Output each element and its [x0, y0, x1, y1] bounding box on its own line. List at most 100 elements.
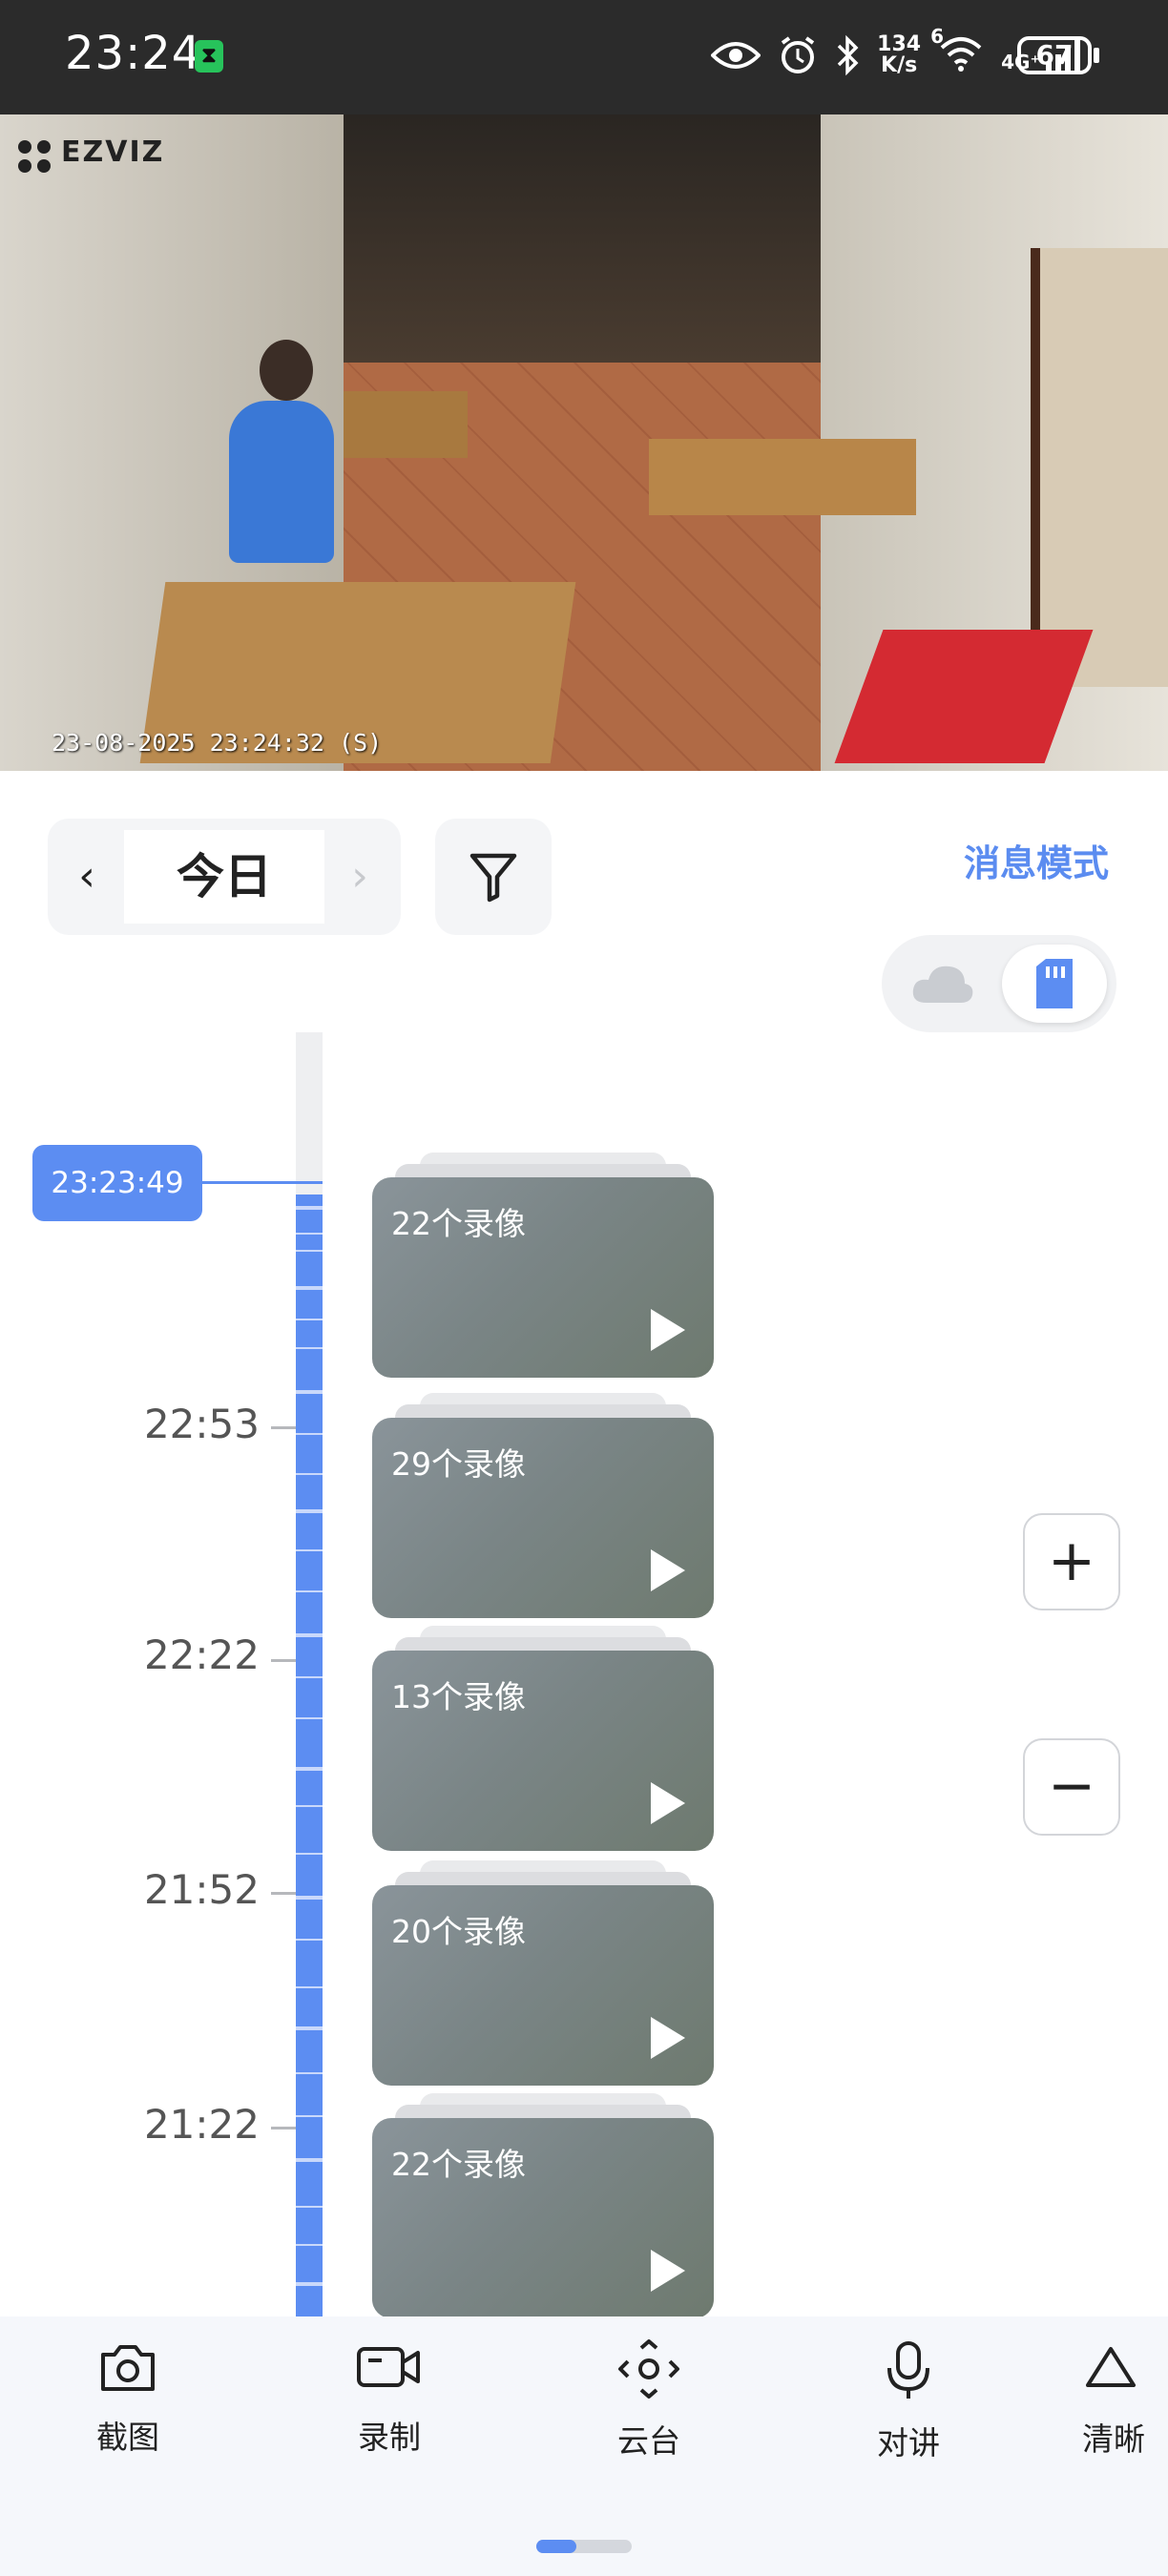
timeline-gap	[296, 1390, 323, 1394]
clarity-icon	[1086, 2347, 1136, 2387]
ezviz-logo-icon	[18, 140, 51, 173]
network-speed-unit: K/s	[881, 53, 918, 77]
timeline-gap	[296, 1853, 323, 1855]
camera-menu-poster	[1031, 248, 1168, 687]
hourglass-icon: ⧗	[195, 40, 223, 73]
ptz-button[interactable]: 云台	[563, 2339, 735, 2473]
wifi-label: 6	[930, 25, 945, 48]
timeline-gap	[296, 1767, 323, 1771]
timeline-gap	[296, 1509, 323, 1513]
timeline-gap	[296, 1250, 323, 1252]
timeline-gap	[296, 1286, 323, 1290]
alarm-icon	[782, 36, 815, 73]
toolbar-label: 清晰	[1082, 2420, 1145, 2458]
toolbar-label: 截图	[96, 2419, 159, 2456]
timeline-recorded[interactable]	[296, 1195, 323, 2320]
page-indicator-active	[536, 2540, 576, 2553]
timeline-gap	[296, 1896, 323, 1900]
wifi-icon	[940, 37, 982, 72]
recording-card[interactable]: 29个录像	[372, 1418, 714, 1618]
timeline-gap	[296, 2244, 323, 2246]
play-icon[interactable]	[651, 1309, 685, 1351]
timeline-gap	[296, 1986, 323, 1988]
camera-table	[344, 391, 468, 458]
play-icon[interactable]	[651, 1782, 685, 1824]
recording-count: 13个录像	[391, 1678, 526, 1715]
network-speed: 134 K/s	[877, 34, 921, 76]
ptz-icon	[618, 2339, 679, 2399]
timeline-gap	[296, 2072, 323, 2074]
talk-button[interactable]: 对讲	[823, 2339, 994, 2473]
toolbar-label: 云台	[617, 2422, 680, 2460]
timeline-tick	[271, 1659, 296, 1662]
battery-indicator: 67	[1017, 36, 1092, 74]
zoom-out-button[interactable]: −	[1023, 1738, 1120, 1836]
chevron-left-icon[interactable]: ‹	[57, 830, 116, 924]
cloud-storage-option[interactable]	[907, 950, 979, 1017]
toolbar-label: 录制	[358, 2419, 421, 2456]
timeline-gap	[296, 2026, 323, 2030]
bluetooth-icon	[837, 34, 859, 76]
zoom-in-button[interactable]: +	[1023, 1513, 1120, 1610]
timeline-gap	[296, 1433, 323, 1435]
timeline-gap	[296, 1939, 323, 1941]
clarity-button[interactable]: 清晰	[1082, 2339, 1168, 2473]
record-button[interactable]: 录制	[303, 2339, 475, 2473]
date-label[interactable]: 今日	[124, 830, 324, 924]
timeline-gap	[296, 1717, 323, 1719]
timeline-gap	[296, 2282, 323, 2286]
timeline-gap	[296, 1473, 323, 1475]
timeline-gap	[296, 1805, 323, 1807]
camera-brand: EZVIZ	[61, 135, 165, 169]
recording-card[interactable]: 22个录像	[372, 1177, 714, 1378]
timeline-gap	[296, 1319, 323, 1320]
sd-card-icon	[1036, 959, 1073, 1008]
timeline-gap	[296, 1590, 323, 1592]
filter-icon	[469, 853, 517, 903]
timeline-tick	[271, 1892, 296, 1895]
recording-card[interactable]: 20个录像	[372, 1885, 714, 2086]
network-speed-value: 134	[877, 32, 922, 56]
timeline-tick-label: 22:22	[143, 1631, 260, 1678]
timeline-gap	[296, 1206, 323, 1210]
recording-count: 22个录像	[391, 2146, 526, 2183]
play-icon[interactable]	[651, 2250, 685, 2292]
cloud-icon	[912, 966, 973, 1003]
timeline-gap	[296, 2158, 323, 2162]
camera-back-area	[344, 114, 821, 363]
camera-icon	[101, 2345, 155, 2391]
recording-count: 22个录像	[391, 1205, 526, 1242]
camera-timestamp: 23-08-2025 23:24:32 (S)	[52, 729, 383, 757]
screenshot-button[interactable]: 截图	[42, 2339, 214, 2473]
message-mode-button[interactable]: 消息模式	[964, 834, 1109, 886]
recording-card[interactable]: 13个录像	[372, 1651, 714, 1851]
wifi-indicator: 6	[930, 25, 984, 76]
camera-live-view[interactable]: EZVIZ 23-08-2025 23:24:32 (S)	[0, 114, 1168, 771]
camera-table	[649, 439, 916, 515]
battery-tip	[1094, 48, 1099, 63]
play-icon[interactable]	[651, 2017, 685, 2059]
current-time-badge: 23:23:49	[32, 1145, 202, 1221]
filter-button[interactable]	[435, 819, 552, 935]
timeline-tick-label: 21:52	[143, 1866, 260, 1913]
timeline-gap	[296, 1549, 323, 1551]
current-time-line	[202, 1181, 323, 1184]
timeline-gap	[296, 1633, 323, 1637]
timeline-gap	[296, 1676, 323, 1678]
timeline-tick	[271, 1426, 296, 1429]
camera-person-head	[260, 340, 313, 401]
status-time: 23:24	[65, 27, 202, 80]
chevron-right-icon[interactable]: ›	[330, 830, 389, 924]
recording-count: 29个录像	[391, 1445, 526, 1483]
camera-person	[229, 401, 334, 563]
timeline-gap	[296, 1233, 323, 1235]
microphone-icon	[887, 2341, 929, 2399]
timeline-tick	[271, 2127, 296, 2129]
sd-card-option[interactable]	[1002, 945, 1107, 1023]
recording-card[interactable]: 22个录像	[372, 2118, 714, 2318]
timeline-tick-label: 21:22	[143, 2101, 260, 2148]
play-icon[interactable]	[651, 1549, 685, 1591]
timeline-tick-label: 22:53	[143, 1401, 260, 1447]
eye-icon	[711, 42, 761, 69]
timeline-gap	[296, 2115, 323, 2117]
